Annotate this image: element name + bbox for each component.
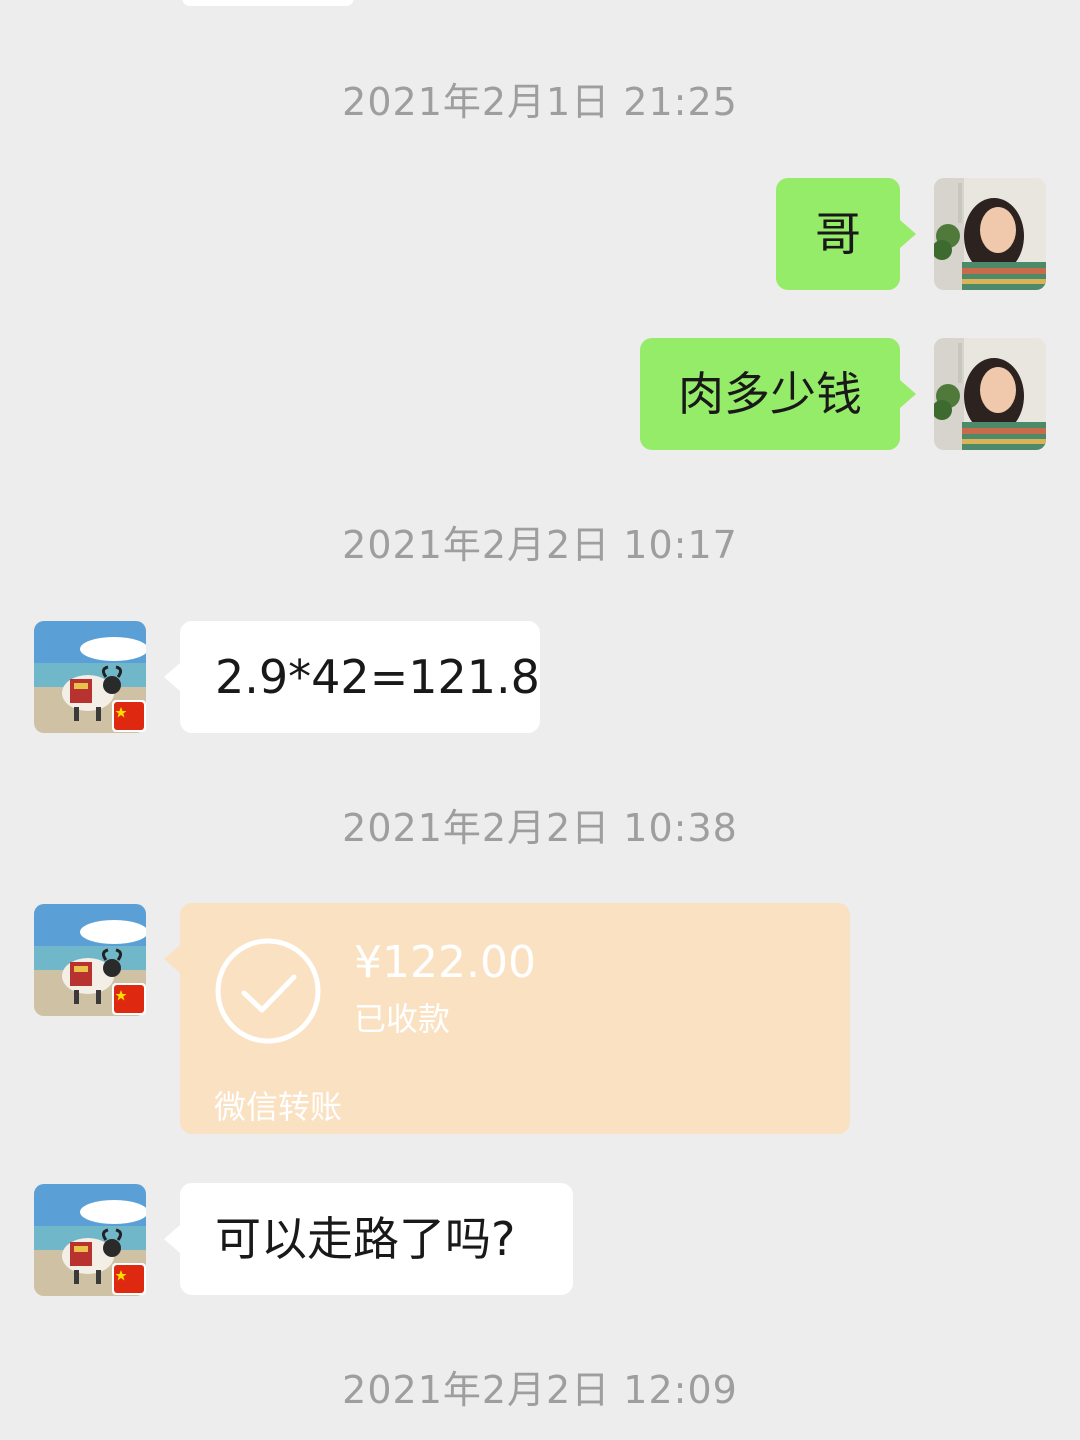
previous-message-bubble-edge — [182, 0, 354, 6]
woman-portrait-icon — [934, 178, 1046, 290]
timestamp: 2021年2月2日 10:38 — [342, 806, 738, 850]
timestamp: 2021年2月1日 21:25 — [342, 80, 738, 124]
china-flag-icon — [112, 1263, 146, 1295]
sent-message-bubble[interactable]: 肉多少钱 — [640, 338, 916, 450]
timestamp: 2021年2月2日 12:09 — [342, 1368, 738, 1412]
transfer-amount: ¥122.00 — [354, 937, 536, 988]
timestamp: 2021年2月2日 10:17 — [342, 523, 738, 567]
china-flag-icon — [112, 983, 146, 1015]
chat-view: 2021年2月1日 21:25 哥 肉多少钱 2021年2月2日 10:17 2… — [0, 0, 1080, 1440]
check-circle-icon — [215, 938, 321, 1044]
received-message-bubble[interactable]: 2.9*42=121.8 — [164, 621, 540, 733]
transfer-status: 已收款 — [354, 1000, 451, 1038]
received-message-bubble[interactable]: 可以走路了吗? — [164, 1183, 573, 1295]
transfer-label: 微信转账 — [214, 1088, 343, 1126]
china-flag-icon — [112, 700, 146, 732]
sent-message-bubble[interactable]: 哥 — [776, 178, 916, 290]
wechat-transfer-card[interactable]: ¥122.00 已收款 微信转账 — [164, 903, 850, 1134]
my-avatar[interactable] — [934, 178, 1046, 290]
my-avatar[interactable] — [934, 338, 1046, 450]
woman-portrait-icon — [934, 338, 1046, 450]
